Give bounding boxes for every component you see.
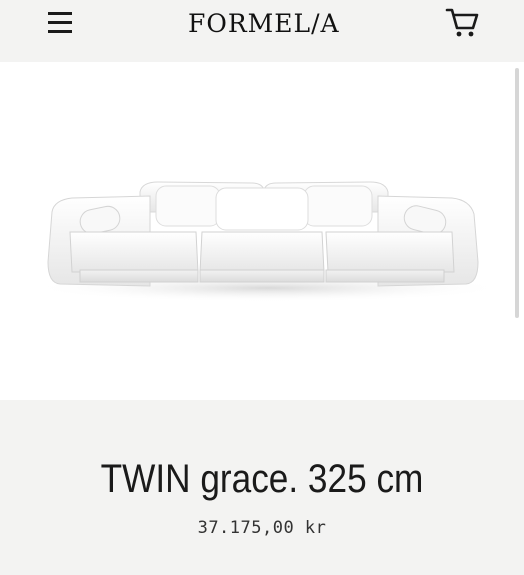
site-header: FORMEL/A: [0, 0, 524, 62]
hamburger-menu-icon[interactable]: [46, 11, 74, 35]
brand-logo[interactable]: FORMEL/A: [188, 6, 339, 42]
shopping-cart-icon[interactable]: [444, 6, 480, 40]
product-image[interactable]: [0, 62, 524, 400]
product-price: 37.175,00 kr: [197, 518, 327, 538]
scrollbar[interactable]: [515, 68, 519, 318]
product-title: TWIN grace. 325 cm: [100, 457, 424, 501]
sofa-image: [28, 181, 508, 302]
